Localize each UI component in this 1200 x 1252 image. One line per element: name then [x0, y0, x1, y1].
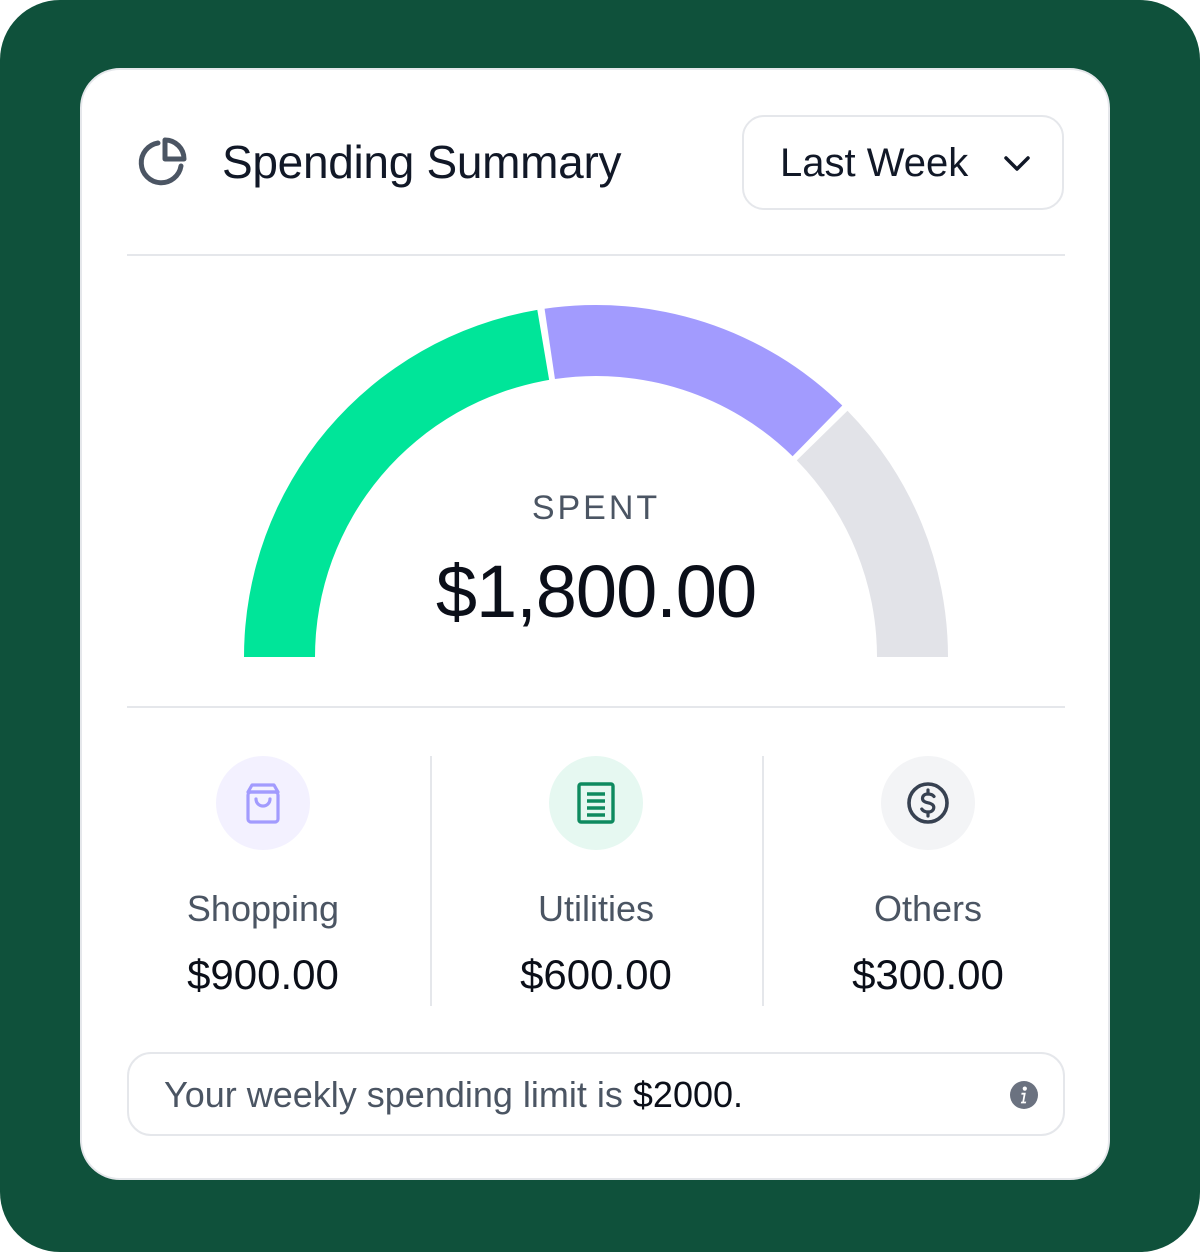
spending-limit-prefix: Your weekly spending limit is — [164, 1074, 633, 1115]
spending-limit-text: Your weekly spending limit is $2000. — [164, 1071, 743, 1119]
category-amount: $900.00 — [187, 951, 339, 998]
category-name: Utilities — [537, 888, 654, 929]
header-divider — [127, 254, 1065, 256]
shopping-icon-badge — [216, 756, 310, 850]
dollar-circle-icon — [907, 782, 949, 824]
category-amount: $300.00 — [852, 951, 1004, 998]
category-amount: $600.00 — [520, 951, 672, 998]
spending-limit-value: $2000. — [632, 1074, 744, 1115]
spent-total: $1,800.00 — [435, 550, 757, 633]
category-name: Others — [873, 888, 983, 929]
pie-chart-icon — [138, 137, 187, 186]
spent-label: SPENT — [531, 489, 661, 527]
period-dropdown[interactable]: Last Week — [742, 115, 1064, 210]
gauge-divider — [127, 706, 1065, 708]
shopping-bag-icon — [246, 783, 280, 824]
utilities-icon-badge — [549, 756, 643, 850]
period-dropdown-value: Last Week — [780, 141, 969, 185]
chevron-down-icon — [1004, 156, 1030, 171]
page-title: Spending Summary — [222, 136, 622, 188]
category-shopping: Shopping $900.00 — [97, 756, 429, 1006]
others-icon-badge — [881, 756, 975, 850]
category-utilities: Utilities $600.00 — [430, 756, 762, 1006]
category-others: Others $300.00 — [762, 756, 1094, 1006]
document-list-icon — [577, 782, 615, 824]
spending-limit-note: Your weekly spending limit is $2000. — [127, 1052, 1065, 1136]
info-icon[interactable] — [1009, 1080, 1039, 1110]
category-name: Shopping — [186, 888, 340, 929]
